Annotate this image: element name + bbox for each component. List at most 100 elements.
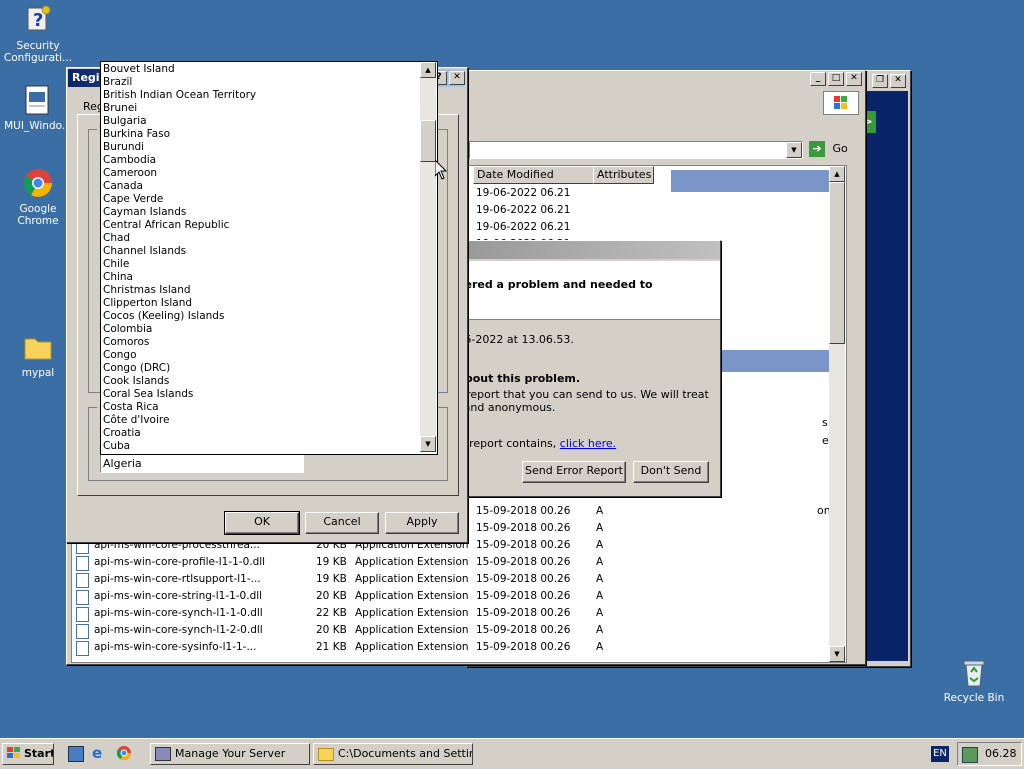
scroll-down-button[interactable]: ▼ (829, 646, 845, 662)
size-cell: 20 KB (316, 624, 347, 636)
scroll-up-button[interactable]: ▲ (420, 62, 436, 78)
taskbar: Start e Manage Your Server C:\Documents … (0, 738, 1024, 769)
date-cell: 15-09-2018 00.26 (476, 607, 571, 619)
scroll-thumb[interactable] (420, 120, 436, 162)
date-cell: 19-06-2022 06.21 (476, 204, 571, 216)
taskbar-item-explorer[interactable]: C:\Documents and Settin... (313, 743, 473, 765)
country-list-item[interactable]: Bulgaria (103, 115, 147, 128)
column-header-attributes[interactable]: Attributes (593, 166, 654, 184)
desktop-icon-chrome[interactable]: Google Chrome (0, 167, 76, 227)
date-cell: 19-06-2022 06.21 (476, 221, 571, 233)
taskbar-item-manage-your-server[interactable]: Manage Your Server (150, 743, 310, 765)
country-list-item[interactable]: Central African Republic (103, 219, 229, 232)
internet-explorer-icon[interactable]: e (92, 745, 108, 761)
network-icon[interactable] (962, 747, 978, 763)
country-list-item[interactable]: Coral Sea Islands (103, 388, 193, 401)
country-list-item[interactable]: Chile (103, 258, 129, 271)
desktop-icon-security-config[interactable]: ? Security Configurati... (0, 4, 76, 64)
country-list-item[interactable]: Cuba (103, 440, 130, 453)
name-cell: api-ms-win-core-profile-l1-1-0.dll (94, 556, 266, 568)
name-cell: api-ms-win-core-synch-l1-2-0.dll (94, 624, 263, 636)
name-cell: api-ms-win-core-string-l1-1-0.dll (94, 590, 263, 602)
close-icon[interactable]: ✕ (449, 71, 465, 85)
svg-text:?: ? (33, 10, 43, 31)
type-cell: Application Extension (355, 556, 469, 568)
language-indicator[interactable]: EN (931, 746, 949, 762)
close-icon[interactable]: ✕ (846, 72, 862, 86)
date-cell: 15-09-2018 00.26 (476, 539, 571, 551)
go-arrow-icon: ➔ (809, 141, 825, 157)
desktop-icon-mui[interactable]: MUI_Windo... (0, 84, 76, 132)
error-body-line: error report that you can send to us. We… (436, 388, 709, 401)
country-list-item[interactable]: Clipperton Island (103, 297, 192, 310)
restore-icon[interactable]: ❐ (872, 74, 888, 88)
desktop-icon-recycle-bin[interactable]: Recycle Bin (936, 656, 1012, 704)
country-list-item[interactable]: Congo (DRC) (103, 362, 170, 375)
address-bar[interactable] (469, 141, 803, 159)
click-here-link[interactable]: click here. (560, 437, 616, 450)
country-list-item[interactable]: Cocos (Keeling) Islands (103, 310, 224, 323)
country-list-item[interactable]: Cameroon (103, 167, 157, 180)
type-cell: Application Extension (355, 641, 469, 653)
minimize-icon[interactable]: _ (810, 72, 826, 86)
address-dropdown-button[interactable]: ▼ (786, 142, 802, 158)
ok-button[interactable]: OK (224, 511, 300, 535)
country-list-item[interactable]: Costa Rica (103, 401, 159, 414)
apply-button[interactable]: Apply (385, 512, 459, 534)
chrome-icon[interactable] (116, 745, 132, 761)
security-config-icon: ? (22, 4, 54, 36)
country-list-item[interactable]: Cayman Islands (103, 206, 186, 219)
country-list-item[interactable]: Burundi (103, 141, 144, 154)
country-list-item[interactable]: Chad (103, 232, 130, 245)
scroll-thumb[interactable] (829, 182, 845, 344)
date-cell: 15-09-2018 00.26 (476, 505, 571, 517)
list-scrollbar[interactable]: ▲ ▼ (420, 62, 436, 452)
show-desktop-icon[interactable] (68, 746, 84, 762)
attr-cell: A (596, 522, 604, 534)
dll-file-icon (76, 556, 89, 571)
go-button[interactable]: ➔ Go (809, 141, 849, 159)
info-pane-header (671, 170, 829, 192)
country-list-item[interactable]: Comoros (103, 336, 149, 349)
country-list-item[interactable]: Côte d'Ivoire (103, 414, 169, 427)
dll-file-icon (76, 590, 89, 605)
dont-send-button[interactable]: Don't Send (633, 461, 709, 483)
country-list-item[interactable]: Croatia (103, 427, 141, 440)
desktop-icon-mypal[interactable]: mypal (0, 331, 76, 379)
country-list-item[interactable]: Brazil (103, 76, 132, 89)
name-cell: api-ms-win-core-sysinfo-l1-1-... (94, 641, 257, 653)
country-list-item[interactable]: Canada (103, 180, 143, 193)
country-dropdown-list[interactable]: Bouvet Island Brazil British Indian Ocean … (100, 61, 438, 455)
location-combobox[interactable]: Algeria (100, 454, 304, 473)
cancel-button[interactable]: Cancel (305, 512, 379, 534)
country-list-item[interactable]: Cambodia (103, 154, 156, 167)
country-list-item[interactable]: Channel Islands (103, 245, 186, 258)
server-icon (155, 747, 171, 761)
document-icon (22, 84, 54, 116)
country-list-item[interactable]: British Indian Ocean Territory (103, 89, 256, 102)
column-header-date-modified[interactable]: Date Modified (473, 166, 595, 184)
desktop-icon-label: Recycle Bin (943, 692, 1005, 704)
start-label: Start (24, 747, 54, 760)
close-icon[interactable]: ✕ (890, 74, 906, 88)
vertical-scrollbar[interactable]: ▲ ▼ (829, 166, 845, 662)
country-list-item[interactable]: Congo (103, 349, 137, 362)
country-list-item[interactable]: Colombia (103, 323, 152, 336)
scroll-up-button[interactable]: ▲ (829, 166, 845, 182)
dll-file-icon (76, 607, 89, 622)
country-list-item[interactable]: Cape Verde (103, 193, 163, 206)
country-list-item[interactable]: Burkina Faso (103, 128, 170, 141)
dll-file-icon (76, 573, 89, 588)
type-cell: Application Extension (355, 573, 469, 585)
scroll-down-button[interactable]: ▼ (420, 436, 436, 452)
taskbar-item-label: C:\Documents and Settin... (338, 747, 473, 760)
send-error-report-button[interactable]: Send Error Report (522, 461, 626, 483)
country-list-item[interactable]: Bouvet Island (103, 63, 175, 76)
attr-cell: A (596, 590, 604, 602)
country-list-item[interactable]: China (103, 271, 133, 284)
country-list-item[interactable]: Cook Islands (103, 375, 169, 388)
country-list-item[interactable]: Christmas Island (103, 284, 191, 297)
maximize-icon[interactable]: □ (828, 72, 844, 86)
country-list-item[interactable]: Brunei (103, 102, 137, 115)
start-button[interactable]: Start (2, 743, 54, 765)
